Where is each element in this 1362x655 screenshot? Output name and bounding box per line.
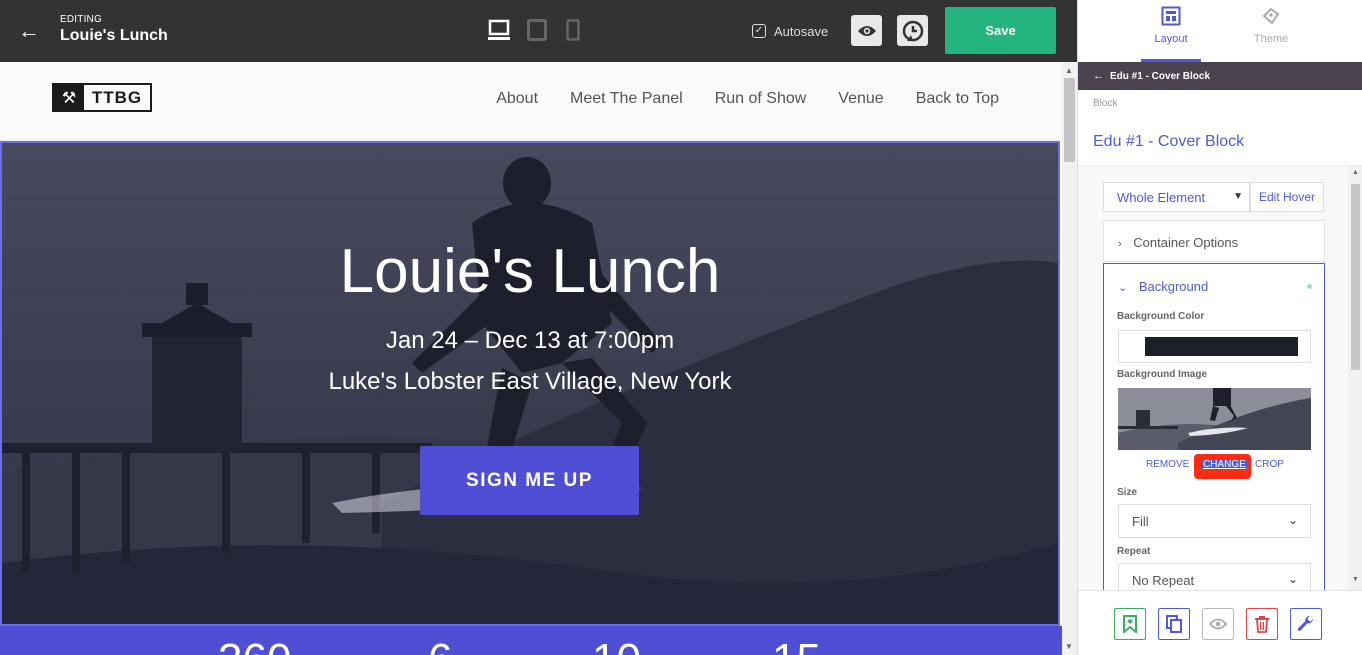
- modified-indicator: [1307, 284, 1312, 289]
- background-image-label: Background Image: [1117, 369, 1208, 380]
- stat-number: 10: [592, 638, 641, 655]
- color-swatch: [1145, 337, 1298, 356]
- background-section: ⌄ Background Background Color Background…: [1103, 263, 1325, 590]
- copy-icon: [1166, 615, 1182, 633]
- element-select[interactable]: Whole Element ▼: [1103, 182, 1250, 212]
- chevron-right-icon: ›: [1118, 238, 1122, 250]
- bookmark-icon: [1123, 615, 1137, 633]
- inspector-panel: Layout Theme ← Edu #1 - Cover Block Bloc…: [1077, 0, 1362, 655]
- site-logo[interactable]: ⚒ TTBG: [52, 83, 152, 112]
- layout-icon: [1160, 5, 1182, 27]
- chevron-down-icon: ⌄: [1287, 572, 1298, 586]
- visibility-button[interactable]: [1202, 608, 1234, 640]
- preview-button[interactable]: [851, 15, 882, 46]
- stats-strip: 360 6 10 15: [0, 626, 1062, 655]
- breadcrumb-label: Edu #1 - Cover Block: [1110, 70, 1211, 82]
- page-title: Louie's Lunch: [60, 27, 168, 44]
- back-arrow-icon: ←: [1093, 70, 1104, 82]
- stat-number: 15: [772, 638, 821, 655]
- cover-block[interactable]: Louie's Lunch Jan 24 – Dec 13 at 7:00pm …: [0, 141, 1060, 626]
- block-type-label: Block: [1093, 98, 1118, 109]
- scroll-up-icon[interactable]: ▲: [1065, 66, 1073, 75]
- nav-link-meet-the-panel[interactable]: Meet The Panel: [570, 90, 683, 108]
- nav-link-back-to-top[interactable]: Back to Top: [916, 90, 999, 108]
- element-select-value: Whole Element: [1117, 189, 1206, 205]
- tab-layout[interactable]: Layout: [1131, 5, 1211, 45]
- background-color-label: Background Color: [1117, 311, 1205, 322]
- chevron-down-icon: ⌄: [1287, 513, 1298, 527]
- theme-icon: [1260, 5, 1282, 27]
- autosave-label: Autosave: [774, 23, 829, 39]
- nav-link-about[interactable]: About: [496, 90, 538, 108]
- cover-date[interactable]: Jan 24 – Dec 13 at 7:00pm: [2, 327, 1058, 355]
- container-options-section[interactable]: › Container Options: [1103, 220, 1325, 262]
- canvas-scroll-thumb[interactable]: [1064, 78, 1075, 162]
- settings-button[interactable]: [1290, 608, 1322, 640]
- image-actions: REMOVE CHANGE CROP: [1118, 454, 1311, 479]
- panel-body: Whole Element ▼ Edit Hover › Container O…: [1078, 166, 1362, 590]
- background-header[interactable]: ⌄ Background: [1118, 279, 1208, 294]
- background-label: Background: [1138, 279, 1209, 294]
- tablet-view-icon[interactable]: [527, 19, 547, 41]
- chevron-down-icon: ⌄: [1118, 282, 1128, 294]
- cover-title[interactable]: Louie's Lunch: [2, 236, 1058, 307]
- stat-number: 360: [218, 638, 291, 655]
- tab-theme-label: Theme: [1253, 33, 1289, 45]
- size-select[interactable]: Fill ⌄: [1118, 504, 1311, 538]
- size-label: Size: [1117, 487, 1138, 498]
- bookmark-button[interactable]: [1114, 608, 1146, 640]
- delete-button[interactable]: [1246, 608, 1278, 640]
- tab-theme[interactable]: Theme: [1231, 5, 1311, 45]
- change-image-link[interactable]: CHANGE: [1202, 459, 1247, 470]
- repeat-label: Repeat: [1117, 546, 1151, 557]
- panel-footer: [1078, 590, 1362, 655]
- scroll-down-icon[interactable]: ▼: [1065, 642, 1073, 651]
- back-arrow-icon[interactable]: ←: [18, 18, 40, 44]
- panel-scrollbar[interactable]: ▲ ▼: [1348, 166, 1362, 590]
- editor-topbar: ← EDITING Louie's Lunch ✓ Autosave Save: [0, 0, 1077, 62]
- autosave-checkbox[interactable]: ✓: [752, 24, 766, 38]
- chevron-down-icon: ▼: [1233, 191, 1243, 202]
- tools-icon: ⚒: [54, 85, 84, 110]
- trash-icon: [1255, 616, 1269, 633]
- scroll-up-icon[interactable]: ▲: [1352, 169, 1359, 176]
- cover-venue[interactable]: Luke's Lobster East Village, New York: [2, 368, 1058, 396]
- stat-number: 6: [428, 638, 452, 655]
- remove-image-link[interactable]: REMOVE: [1146, 459, 1189, 470]
- logo-text: TTBG: [91, 87, 143, 107]
- nav-link-run-of-show[interactable]: Run of Show: [715, 90, 807, 108]
- site-navbar: ⚒ TTBG About Meet The Panel Run of Show …: [0, 62, 1062, 141]
- page-canvas: ⚒ TTBG About Meet The Panel Run of Show …: [0, 62, 1062, 655]
- editing-label: EDITING: [60, 14, 102, 25]
- panel-scroll-thumb[interactable]: [1351, 184, 1360, 370]
- nav-link-venue[interactable]: Venue: [838, 90, 883, 108]
- desktop-view-icon[interactable]: [488, 19, 510, 41]
- eye-icon: [1209, 618, 1227, 630]
- wrench-icon: [1297, 615, 1313, 631]
- scroll-down-icon[interactable]: ▼: [1352, 576, 1359, 583]
- history-icon: [902, 20, 923, 41]
- size-select-value: Fill: [1132, 513, 1149, 529]
- eye-icon: [857, 25, 876, 36]
- duplicate-button[interactable]: [1158, 608, 1190, 640]
- background-color-picker[interactable]: [1118, 330, 1311, 363]
- edit-hover-button[interactable]: Edit Hover: [1250, 182, 1324, 212]
- autosave-toggle[interactable]: ✓ Autosave: [752, 22, 828, 40]
- mobile-view-icon[interactable]: [566, 19, 580, 41]
- canvas-scrollbar[interactable]: ▲ ▼: [1062, 62, 1077, 655]
- crop-image-link[interactable]: CROP: [1255, 459, 1284, 470]
- panel-tabs: Layout Theme: [1078, 0, 1362, 62]
- sign-me-up-button[interactable]: SIGN ME UP: [420, 446, 639, 515]
- site-nav-links: About Meet The Panel Run of Show Venue B…: [496, 90, 999, 108]
- background-image-thumbnail: [1118, 388, 1311, 450]
- save-button[interactable]: Save: [945, 7, 1056, 54]
- breadcrumb[interactable]: ← Edu #1 - Cover Block: [1078, 62, 1362, 90]
- history-button[interactable]: [897, 15, 928, 46]
- tab-layout-label: Layout: [1154, 33, 1188, 45]
- container-options-label: Container Options: [1133, 235, 1239, 250]
- repeat-select-value: No Repeat: [1132, 572, 1195, 588]
- block-name[interactable]: Edu #1 - Cover Block: [1093, 133, 1244, 151]
- repeat-select[interactable]: No Repeat ⌄: [1118, 563, 1311, 590]
